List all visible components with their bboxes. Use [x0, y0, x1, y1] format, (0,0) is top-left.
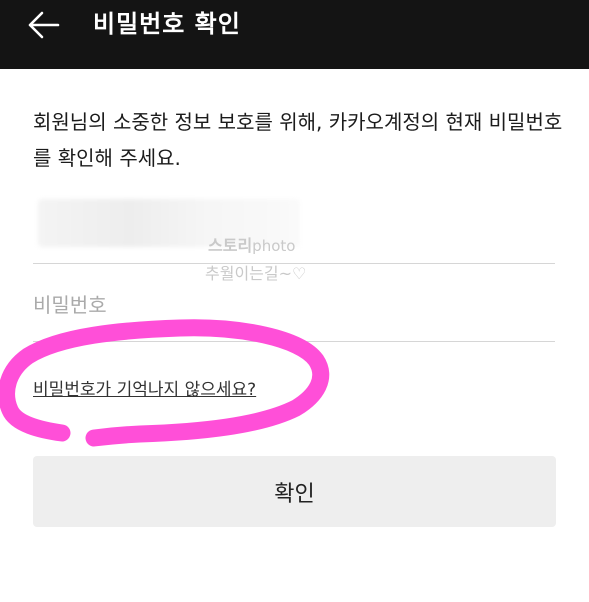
intro-text: 회원님의 소중한 정보 보호를 위해, 카카오계정의 현재 비밀번호를 확인해 …	[33, 110, 563, 170]
blurred-account-id	[38, 199, 300, 247]
password-input[interactable]	[33, 285, 553, 325]
password-confirm-screen: 비밀번호 확인 회원님의 소중한 정보 보호를 위해, 카카오계정의 현재 비밀…	[0, 0, 589, 602]
password-field[interactable]	[33, 273, 555, 342]
confirm-button[interactable]: 확인	[33, 456, 556, 527]
forgot-password-link[interactable]: 비밀번호가 기억나지 않으세요?	[33, 378, 256, 402]
arrow-left-icon	[28, 11, 60, 39]
account-id-field	[33, 193, 555, 264]
top-app-bar: 비밀번호 확인	[0, 0, 589, 69]
page-title: 비밀번호 확인	[93, 10, 241, 38]
back-button[interactable]	[26, 10, 66, 40]
